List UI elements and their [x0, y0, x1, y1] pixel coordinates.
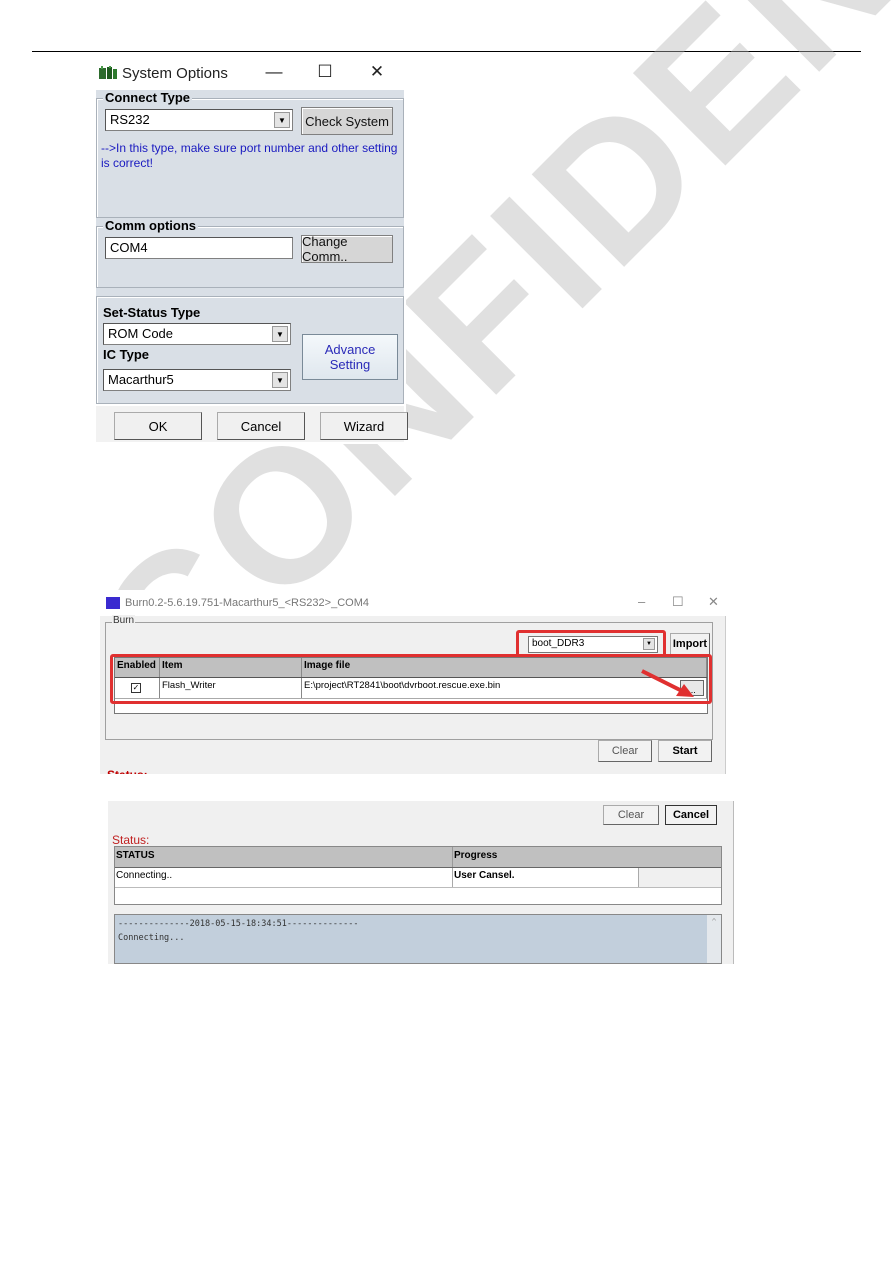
log-line: Connecting... [118, 933, 185, 943]
table-empty-area [115, 888, 721, 904]
ic-type-select[interactable]: Macarthur5 ▼ [103, 369, 291, 391]
title-bar: System Options — ☐ ✕ [94, 60, 406, 88]
comm-options-label: Comm options [103, 218, 198, 233]
comm-port-input[interactable]: COM4 [105, 237, 293, 259]
dropdown-arrow-icon[interactable]: ▼ [272, 372, 288, 388]
advance-label: Advance [324, 342, 376, 357]
cancel-button[interactable]: Cancel [217, 412, 305, 440]
scroll-up-icon[interactable]: ^ [712, 917, 717, 926]
status-window: Clear Cancel Status: STATUS Progress Con… [108, 801, 734, 964]
change-comm-button[interactable]: Change Comm.. [301, 234, 393, 264]
setting-label: Setting [329, 357, 371, 372]
page-header-rule [32, 51, 861, 52]
advance-setting-button[interactable]: Advance Setting [302, 334, 398, 380]
table-highlight-box [110, 654, 712, 704]
status-label: Status: [107, 768, 148, 774]
status-cell: Connecting.. [115, 868, 453, 887]
system-options-window: System Options — ☐ ✕ Connect Type RS232 … [94, 60, 408, 444]
set-status-type-select[interactable]: ROM Code ▼ [103, 323, 291, 345]
set-status-type-label: Set-Status Type [103, 305, 201, 320]
connect-type-group: Connect Type RS232 ▼ Check System -->In … [96, 90, 404, 218]
status-table: STATUS Progress Connecting.. User Cansel… [114, 846, 722, 905]
burn-title-bar: Burn0.2-5.6.19.751-Macarthur5_<RS232>_CO… [100, 590, 726, 616]
window-title: System Options [122, 65, 228, 82]
cancel-button[interactable]: Cancel [665, 805, 717, 825]
wizard-button[interactable]: Wizard [320, 412, 408, 440]
comm-options-group: Comm options COM4 Change Comm.. [96, 218, 404, 288]
ic-type-label: IC Type [103, 347, 149, 362]
table-header: STATUS Progress [115, 847, 721, 868]
connect-type-value: RS232 [110, 112, 150, 127]
close-button[interactable]: ✕ [365, 62, 389, 82]
close-button[interactable]: ✕ [708, 594, 719, 610]
connect-type-hint: -->In this type, make sure port number a… [101, 141, 398, 170]
maximize-button[interactable]: ☐ [672, 594, 684, 610]
maximize-button[interactable]: ☐ [313, 62, 337, 82]
progress-cell: User Cansel. [453, 868, 639, 887]
log-output[interactable]: --------------2018-05-15-18:34:51-------… [114, 914, 722, 964]
dropdown-arrow-icon[interactable]: ▼ [274, 112, 290, 128]
board-chip-icon [99, 66, 117, 79]
start-button[interactable]: Start [658, 740, 712, 762]
column-header-progress: Progress [454, 850, 498, 861]
ok-button[interactable]: OK [114, 412, 202, 440]
options-panel: Connect Type RS232 ▼ Check System -->In … [96, 90, 404, 404]
clear-button[interactable]: Clear [603, 805, 659, 825]
dropdown-arrow-icon[interactable]: ▼ [272, 326, 288, 342]
minimize-button[interactable]: – [638, 594, 645, 609]
import-button[interactable]: Import [670, 633, 710, 655]
ic-type-value: Macarthur5 [108, 372, 174, 387]
check-system-button[interactable]: Check System [301, 107, 393, 135]
minimize-button[interactable]: — [262, 62, 286, 82]
burn-app-icon [106, 597, 120, 609]
log-scrollbar[interactable]: ^ [707, 915, 721, 963]
column-header-status: STATUS [115, 847, 453, 867]
comm-port-value: COM4 [110, 240, 148, 255]
arrow-pointer-icon [641, 669, 694, 697]
status-label: Status: [112, 833, 150, 847]
table-row: Connecting.. User Cansel. [115, 868, 721, 888]
log-line: --------------2018-05-15-18:34:51-------… [118, 919, 359, 929]
burn-group-label: Burn [112, 615, 136, 626]
connect-type-select[interactable]: RS232 ▼ [105, 109, 293, 131]
progress-bar [639, 868, 721, 887]
burn-window-title: Burn0.2-5.6.19.751-Macarthur5_<RS232>_CO… [125, 597, 369, 609]
dialog-footer: OK Cancel Wizard [96, 406, 408, 442]
set-status-type-value: ROM Code [108, 326, 174, 341]
connect-type-label: Connect Type [103, 90, 192, 105]
burn-window: Burn0.2-5.6.19.751-Macarthur5_<RS232>_CO… [100, 590, 726, 774]
clear-button[interactable]: Clear [598, 740, 652, 762]
